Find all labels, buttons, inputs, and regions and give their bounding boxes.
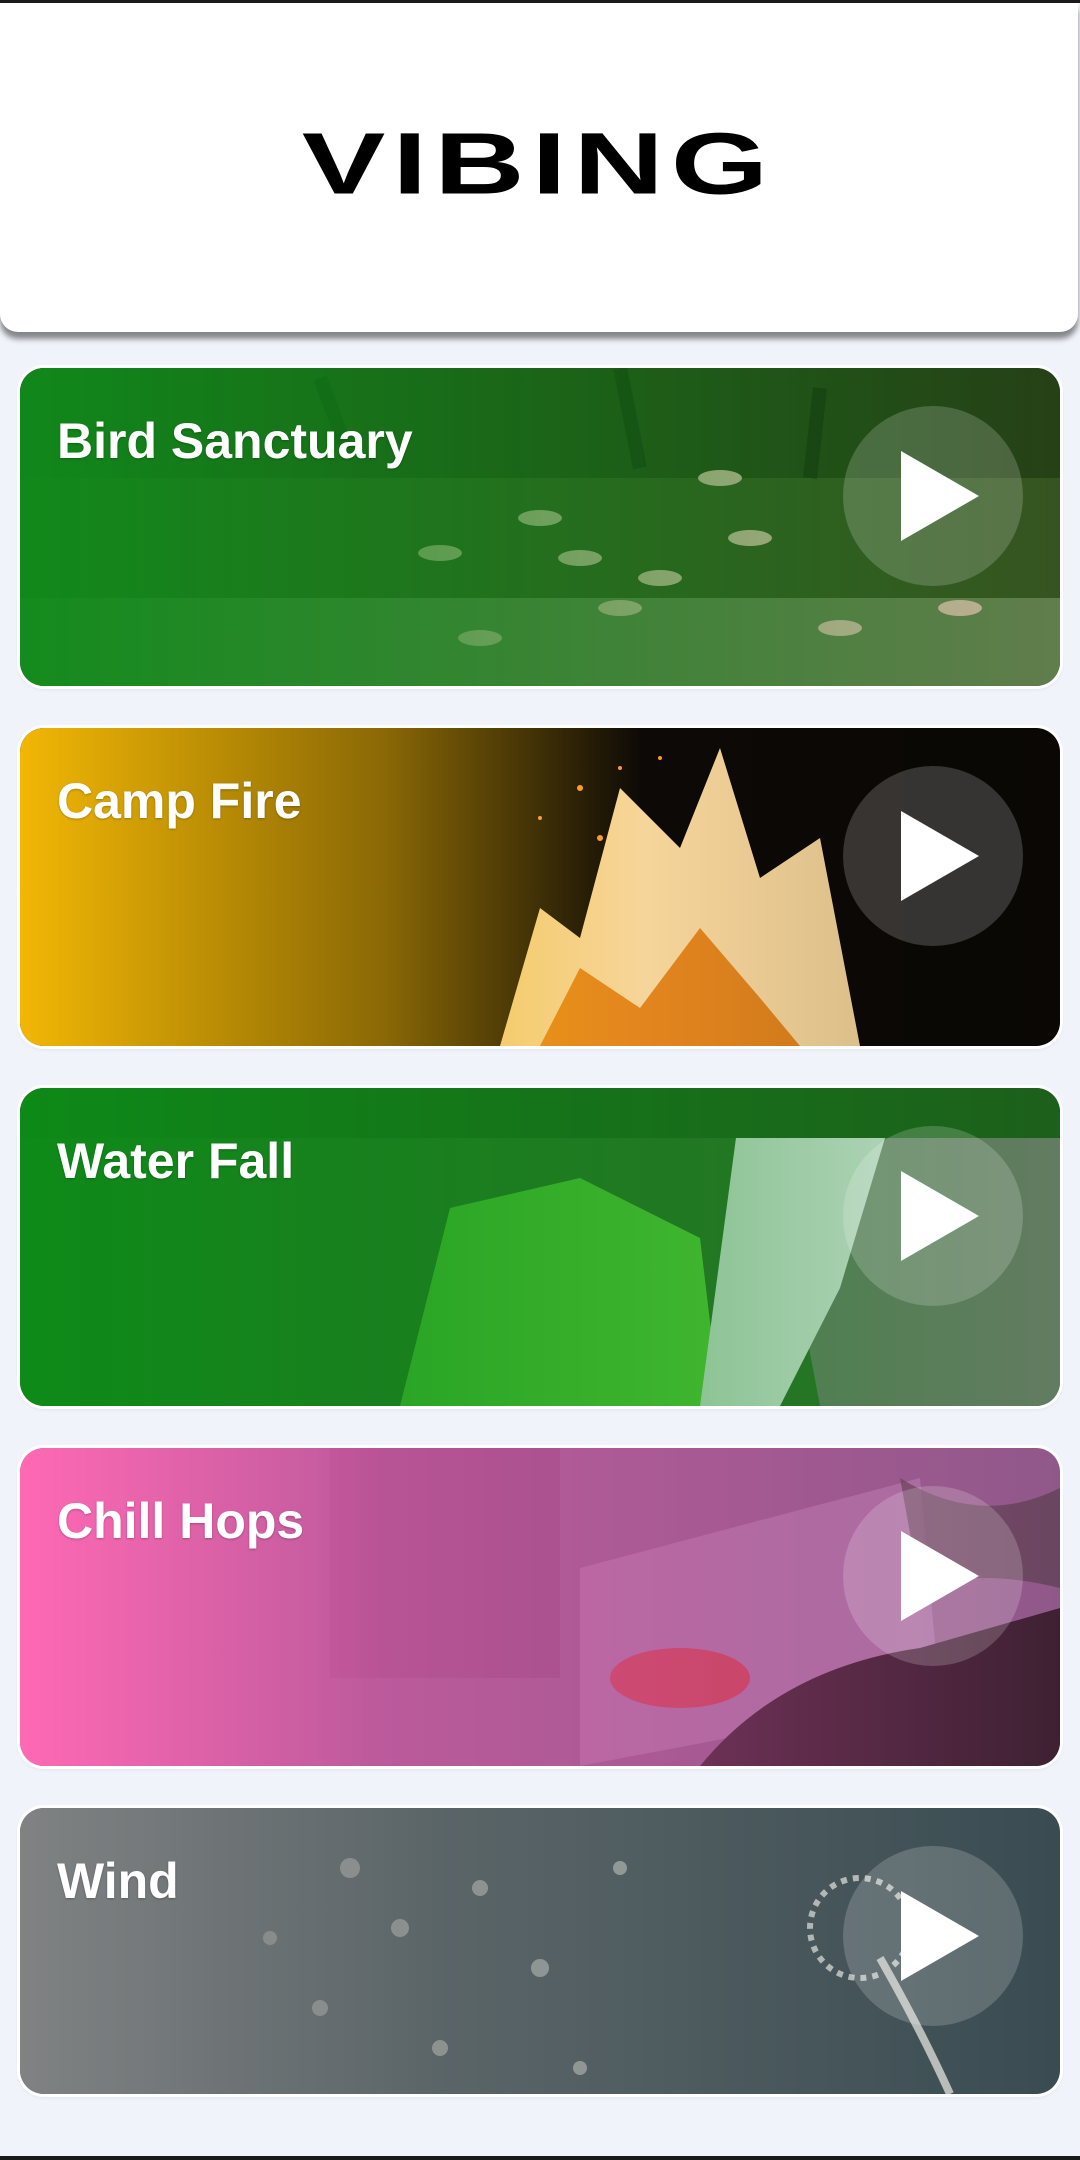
sound-list: Bird Sanctuary Camp Fire Water Fall Chil… [0, 0, 1080, 2160]
play-button-wind[interactable] [843, 1846, 1023, 2026]
card-title: Chill Hops [57, 1493, 305, 1549]
card-title: Bird Sanctuary [57, 413, 413, 469]
bottom-edge [0, 2156, 1080, 2160]
play-icon [901, 1531, 979, 1621]
play-button-camp-fire[interactable] [843, 766, 1023, 946]
play-button-water-fall[interactable] [843, 1126, 1023, 1306]
card-title: Wind [57, 1853, 179, 1909]
play-button-chill-hops[interactable] [843, 1486, 1023, 1666]
sound-card-bird-sanctuary[interactable]: Bird Sanctuary [20, 368, 1060, 686]
play-icon [901, 1171, 979, 1261]
play-button-bird-sanctuary[interactable] [843, 406, 1023, 586]
sound-card-water-fall[interactable]: Water Fall [20, 1088, 1060, 1406]
play-icon [901, 451, 979, 541]
sound-card-wind[interactable]: Wind [20, 1808, 1060, 2094]
sound-card-chill-hops[interactable]: Chill Hops [20, 1448, 1060, 1766]
card-title: Water Fall [57, 1133, 295, 1189]
play-icon [901, 1891, 979, 1981]
sound-card-camp-fire[interactable]: Camp Fire [20, 728, 1060, 1046]
play-icon [901, 811, 979, 901]
card-title: Camp Fire [57, 773, 302, 829]
